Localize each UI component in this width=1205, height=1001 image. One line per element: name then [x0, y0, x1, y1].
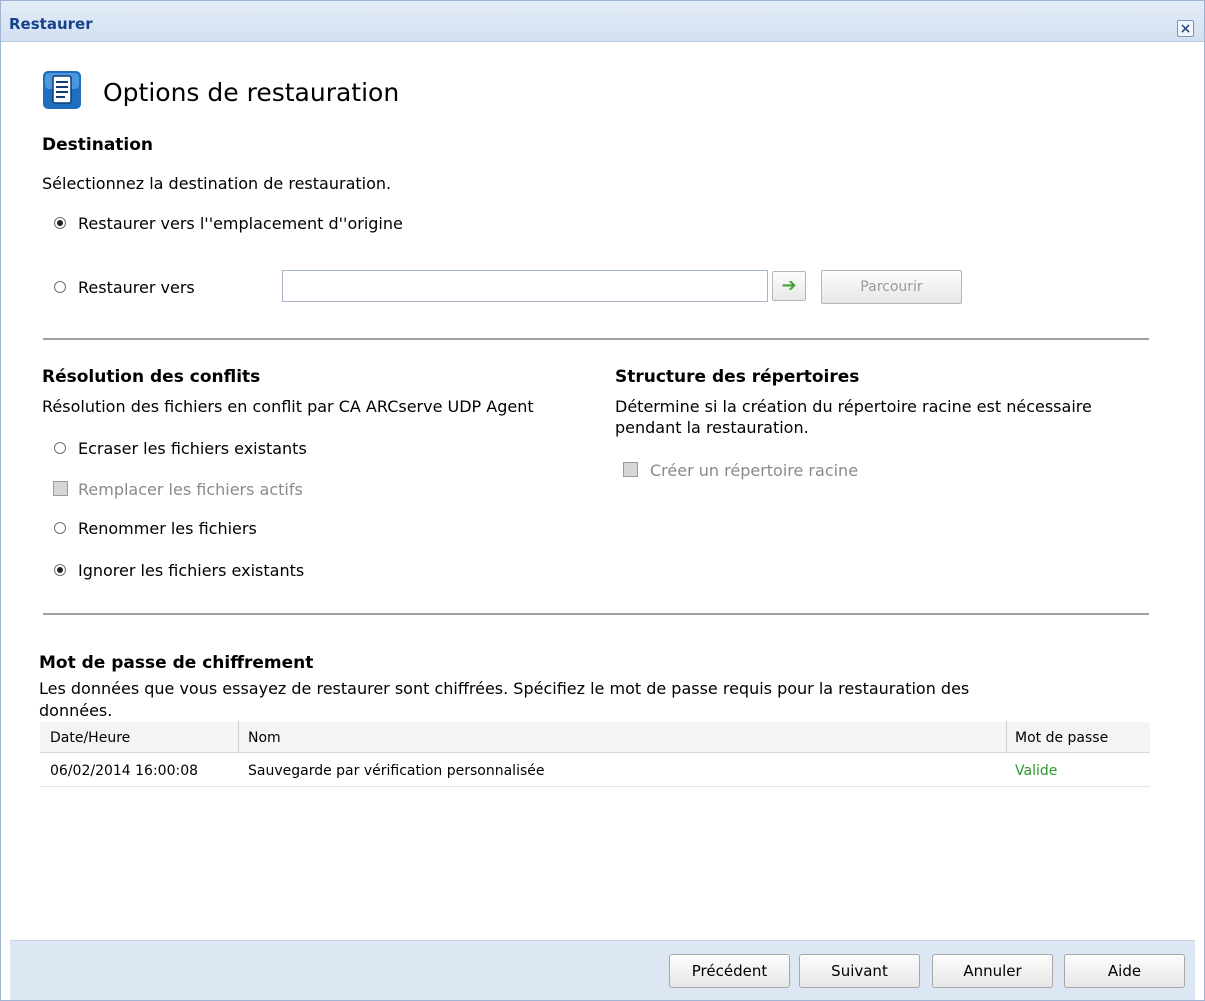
restore-dialog: Restaurer × Options de restauration Dest… [0, 0, 1205, 1001]
rename-radio[interactable] [54, 522, 66, 534]
conflicts-description: Résolution des fichiers en conflit par C… [42, 397, 534, 416]
destination-path-input[interactable] [282, 270, 768, 302]
title-bar: Restaurer × [1, 1, 1204, 42]
button-bar: Précédent Suivant Annuler Aide [10, 940, 1195, 1000]
separator [43, 338, 1149, 340]
column-date[interactable]: Date/Heure [50, 730, 130, 746]
separator [43, 613, 1149, 615]
dialog-content: Options de restauration Destination Séle… [10, 42, 1195, 940]
restore-to-label[interactable]: Restaurer vers [78, 278, 195, 297]
column-divider[interactable] [238, 720, 239, 752]
table-row[interactable]: 06/02/2014 16:00:08 Sauvegarde par vérif… [40, 754, 1150, 787]
restore-original-label[interactable]: Restaurer vers l''emplacement d''origine [78, 214, 403, 233]
column-password[interactable]: Mot de passe [1015, 730, 1108, 746]
directory-description-line2: pendant la restauration. [615, 418, 809, 437]
table-header: Date/Heure Nom Mot de passe [40, 720, 1150, 753]
skip-radio[interactable] [54, 564, 66, 576]
overwrite-label[interactable]: Ecraser les fichiers existants [78, 439, 307, 458]
go-button[interactable]: ➔ [772, 271, 806, 301]
conflicts-heading: Résolution des conflits [42, 367, 261, 387]
skip-label[interactable]: Ignorer les fichiers existants [78, 561, 304, 580]
document-list-icon [43, 71, 81, 109]
previous-button[interactable]: Précédent [669, 954, 790, 988]
replace-active-checkbox[interactable] [53, 481, 68, 496]
replace-active-label[interactable]: Remplacer les fichiers actifs [78, 480, 303, 499]
next-button[interactable]: Suivant [799, 954, 920, 988]
encryption-description-line1: Les données que vous essayez de restaure… [39, 679, 970, 698]
destination-heading: Destination [42, 135, 154, 155]
overwrite-radio[interactable] [54, 442, 66, 454]
column-name[interactable]: Nom [248, 730, 281, 746]
cancel-button[interactable]: Annuler [932, 954, 1053, 988]
restore-original-radio[interactable] [54, 217, 66, 229]
row-password-status[interactable]: Valide [1015, 763, 1057, 779]
help-button[interactable]: Aide [1064, 954, 1185, 988]
close-button[interactable]: × [1177, 20, 1194, 37]
row-name: Sauvegarde par vérification personnalisé… [248, 763, 545, 779]
restore-to-radio[interactable] [54, 281, 66, 293]
encryption-description-line2: données. [39, 701, 113, 720]
create-root-checkbox[interactable] [623, 462, 638, 477]
window-title: Restaurer [9, 15, 93, 33]
browse-button[interactable]: Parcourir [821, 270, 962, 304]
page-title: Options de restauration [103, 78, 400, 107]
directory-description-line1: Détermine si la création du répertoire r… [615, 397, 1092, 416]
create-root-label[interactable]: Créer un répertoire racine [650, 461, 858, 480]
row-date: 06/02/2014 16:00:08 [50, 763, 199, 779]
close-icon: × [1179, 21, 1192, 37]
arrow-right-icon: ➔ [781, 275, 797, 296]
directory-heading: Structure des répertoires [615, 367, 860, 387]
column-divider[interactable] [1006, 720, 1007, 752]
destination-description: Sélectionnez la destination de restaurat… [42, 174, 392, 193]
rename-label[interactable]: Renommer les fichiers [78, 519, 257, 538]
encryption-heading: Mot de passe de chiffrement [39, 653, 314, 673]
